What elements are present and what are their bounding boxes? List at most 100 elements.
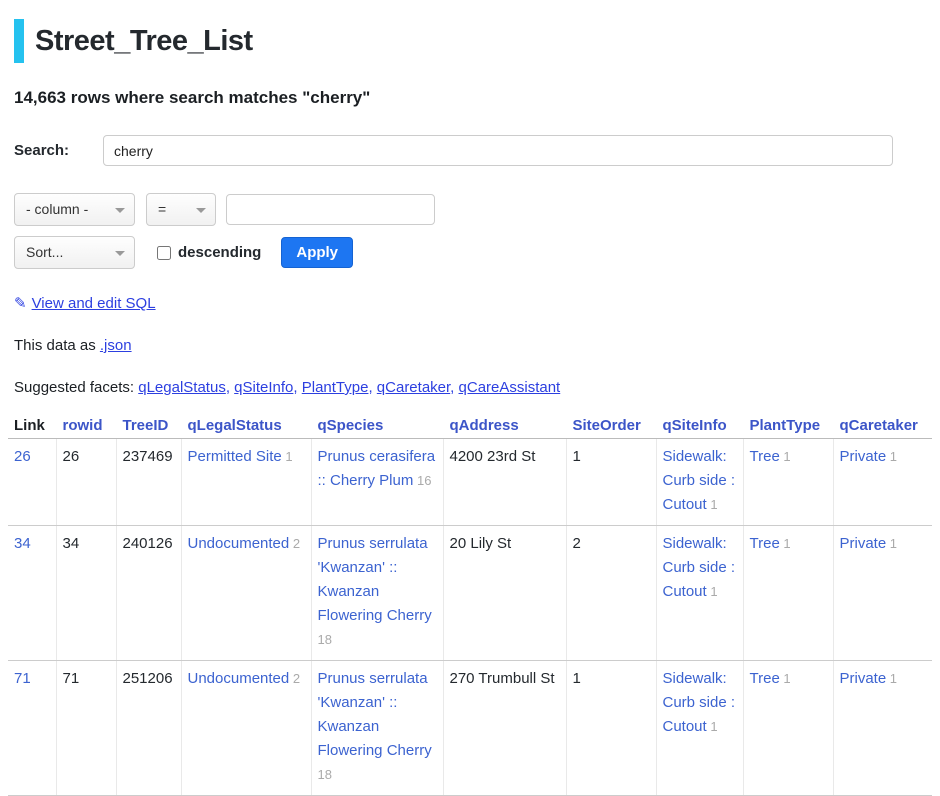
cell-qsiteinfo: Sidewalk: Curb side : Cutout 1: [656, 661, 743, 796]
cell-link: 26: [8, 439, 56, 526]
cell-planttype: Tree 1: [743, 439, 833, 526]
data-export-line: This data as .json: [14, 337, 932, 354]
view-edit-sql-link[interactable]: View and edit SQL: [32, 295, 156, 312]
facet-count: 18: [318, 632, 332, 647]
qcaretaker-link[interactable]: Private: [840, 535, 887, 552]
cell-link: 34: [8, 526, 56, 661]
qlegalstatus-link[interactable]: Undocumented: [188, 535, 290, 552]
qspecies-link[interactable]: Prunus serrulata 'Kwanzan' :: Kwanzan Fl…: [318, 535, 432, 624]
cell-planttype: Tree 1: [743, 526, 833, 661]
facet-separator: ,: [450, 379, 458, 396]
cell-treeid: 251206: [116, 661, 181, 796]
sort-planttype-link[interactable]: PlantType: [750, 417, 821, 434]
sort-siteorder-link[interactable]: SiteOrder: [573, 417, 641, 434]
facet-count: 2: [289, 536, 300, 551]
facet-link-qsiteinfo[interactable]: qSiteInfo: [234, 379, 293, 396]
column-header-treeid: TreeID: [116, 413, 181, 439]
operator-select-value: =: [158, 201, 166, 217]
cell-qsiteinfo: Sidewalk: Curb side : Cutout 1: [656, 526, 743, 661]
planttype-link[interactable]: Tree: [750, 448, 780, 465]
column-header-link: Link: [8, 413, 56, 439]
link-link[interactable]: 71: [14, 670, 31, 687]
cell-qlegalstatus: Undocumented 2: [181, 661, 311, 796]
qspecies-link[interactable]: Prunus serrulata 'Kwanzan' :: Kwanzan Fl…: [318, 670, 432, 759]
table-body: 2626237469Permitted Site 1Prunus cerasif…: [8, 439, 932, 796]
column-header-siteorder: SiteOrder: [566, 413, 656, 439]
cell-qaddress: 20 Lily St: [443, 526, 566, 661]
qlegalstatus-link[interactable]: Permitted Site: [188, 448, 282, 465]
facet-count: 18: [318, 767, 332, 782]
sort-qspecies-link[interactable]: qSpecies: [318, 417, 384, 434]
cell-qlegalstatus: Permitted Site 1: [181, 439, 311, 526]
page-header: Street_Tree_List: [14, 19, 932, 63]
accent-bar: [14, 19, 24, 63]
qsiteinfo-link[interactable]: Sidewalk: Curb side : Cutout: [663, 448, 736, 513]
column-header-planttype: PlantType: [743, 413, 833, 439]
descending-checkbox[interactable]: [157, 246, 171, 260]
facet-count: 1: [707, 584, 718, 599]
row-count-summary: 14,663 rows where search matches "cherry…: [14, 88, 932, 108]
column-header-qlegalstatus: qLegalStatus: [181, 413, 311, 439]
column-header-rowid: rowid: [56, 413, 116, 439]
search-input[interactable]: [103, 135, 893, 166]
filter-value-input[interactable]: [226, 194, 435, 225]
facet-count: 16: [413, 473, 431, 488]
cell-qspecies: Prunus serrulata 'Kwanzan' :: Kwanzan Fl…: [311, 661, 443, 796]
cell-siteorder: 1: [566, 439, 656, 526]
facet-count: 1: [886, 536, 897, 551]
column-header-qcaretaker: qCaretaker: [833, 413, 932, 439]
planttype-link[interactable]: Tree: [750, 535, 780, 552]
sort-qsiteinfo-link[interactable]: qSiteInfo: [663, 417, 727, 434]
column-header-qsiteinfo: qSiteInfo: [656, 413, 743, 439]
qlegalstatus-link[interactable]: Undocumented: [188, 670, 290, 687]
apply-button[interactable]: Apply: [281, 237, 353, 268]
cell-qspecies: Prunus cerasifera :: Cherry Plum 16: [311, 439, 443, 526]
facet-link-qlegalstatus[interactable]: qLegalStatus: [138, 379, 226, 396]
table-row: 7171251206Undocumented 2Prunus serrulata…: [8, 661, 932, 796]
sort-qaddress-link[interactable]: qAddress: [450, 417, 519, 434]
sort-qcaretaker-link[interactable]: qCaretaker: [840, 417, 918, 434]
cell-qlegalstatus: Undocumented 2: [181, 526, 311, 661]
column-select[interactable]: - column -: [14, 193, 135, 226]
link-link[interactable]: 34: [14, 535, 31, 552]
cell-qaddress: 4200 23rd St: [443, 439, 566, 526]
facet-separator: ,: [226, 379, 234, 396]
facet-link-qcareassistant[interactable]: qCareAssistant: [459, 379, 561, 396]
pencil-icon: ✎: [14, 295, 27, 312]
facet-count: 1: [780, 449, 791, 464]
link-link[interactable]: 26: [14, 448, 31, 465]
sort-rowid-link[interactable]: rowid: [63, 417, 103, 434]
suggested-facets-line: Suggested facets: qLegalStatus, qSiteInf…: [14, 379, 932, 396]
table-row: 2626237469Permitted Site 1Prunus cerasif…: [8, 439, 932, 526]
column-header-qaddress: qAddress: [443, 413, 566, 439]
planttype-link[interactable]: Tree: [750, 670, 780, 687]
facet-separator: ,: [368, 379, 376, 396]
cell-planttype: Tree 1: [743, 661, 833, 796]
table-header: Link rowid TreeID qLegalStatus qSpecies …: [8, 413, 932, 439]
qsiteinfo-link[interactable]: Sidewalk: Curb side : Cutout: [663, 670, 736, 735]
qsiteinfo-link[interactable]: Sidewalk: Curb side : Cutout: [663, 535, 736, 600]
column-header-qspecies: qSpecies: [311, 413, 443, 439]
sort-treeid-link[interactable]: TreeID: [123, 417, 169, 434]
filter-row: - column - =: [14, 193, 932, 226]
facet-count: 2: [289, 671, 300, 686]
facet-count: 1: [886, 671, 897, 686]
cell-siteorder: 2: [566, 526, 656, 661]
facet-count: 1: [780, 671, 791, 686]
facet-link-qcaretaker[interactable]: qCaretaker: [377, 379, 450, 396]
qcaretaker-link[interactable]: Private: [840, 448, 887, 465]
sort-select[interactable]: Sort...: [14, 236, 135, 269]
cell-qcaretaker: Private 1: [833, 439, 932, 526]
sort-qlegalstatus-link[interactable]: qLegalStatus: [188, 417, 282, 434]
facet-count: 1: [886, 449, 897, 464]
operator-select[interactable]: =: [146, 193, 216, 226]
facet-link-planttype[interactable]: PlantType: [302, 379, 369, 396]
json-link[interactable]: .json: [100, 337, 132, 354]
cell-qcaretaker: Private 1: [833, 526, 932, 661]
cell-rowid: 71: [56, 661, 116, 796]
cell-treeid: 240126: [116, 526, 181, 661]
facet-count: 1: [707, 497, 718, 512]
page-title: Street_Tree_List: [35, 25, 253, 58]
table-header-row: Link rowid TreeID qLegalStatus qSpecies …: [8, 413, 932, 439]
qcaretaker-link[interactable]: Private: [840, 670, 887, 687]
